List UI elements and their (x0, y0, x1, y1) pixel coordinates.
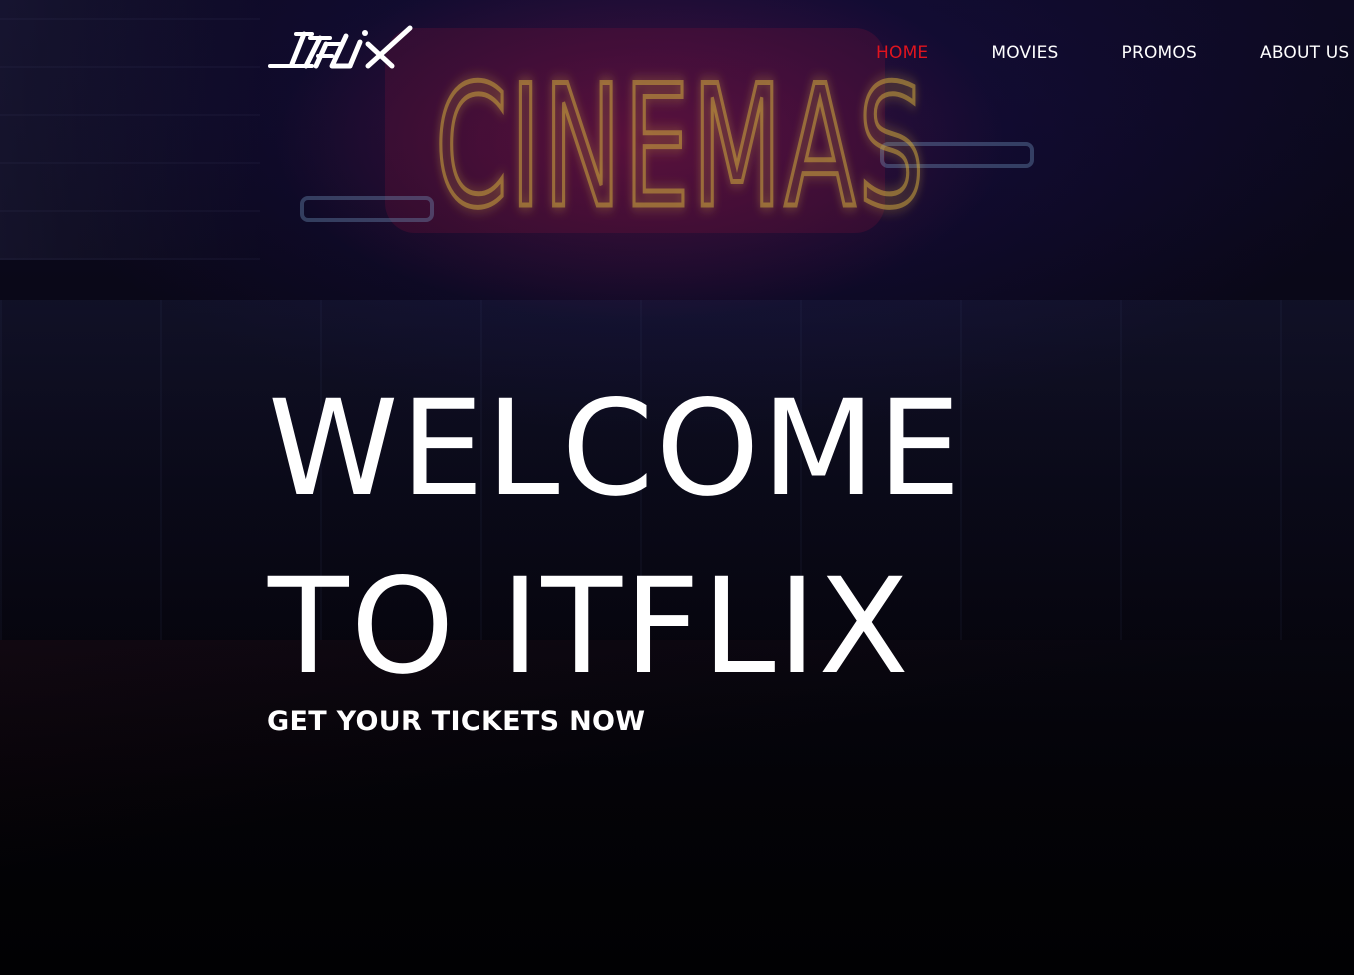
nav-item-about-us[interactable]: ABOUT US (1260, 42, 1349, 64)
site-header: HOME MOVIES PROMOS ABOUT US (0, 0, 1354, 110)
itflix-logo[interactable] (268, 24, 414, 70)
hero-subtitle: GET YOUR TICKETS NOW (267, 706, 646, 737)
hero-title: WELCOME TO ITFLIX (268, 360, 1168, 716)
hero-title-line-2: TO ITFLIX (268, 550, 911, 704)
nav-item-promos[interactable]: PROMOS (1122, 42, 1197, 64)
main-nav: HOME MOVIES PROMOS ABOUT US (876, 42, 1349, 64)
nav-item-home[interactable]: HOME (876, 42, 928, 64)
itflix-logo-mark (268, 25, 413, 69)
hero-title-line-1: WELCOME (268, 372, 963, 526)
nav-item-movies[interactable]: MOVIES (991, 42, 1058, 64)
